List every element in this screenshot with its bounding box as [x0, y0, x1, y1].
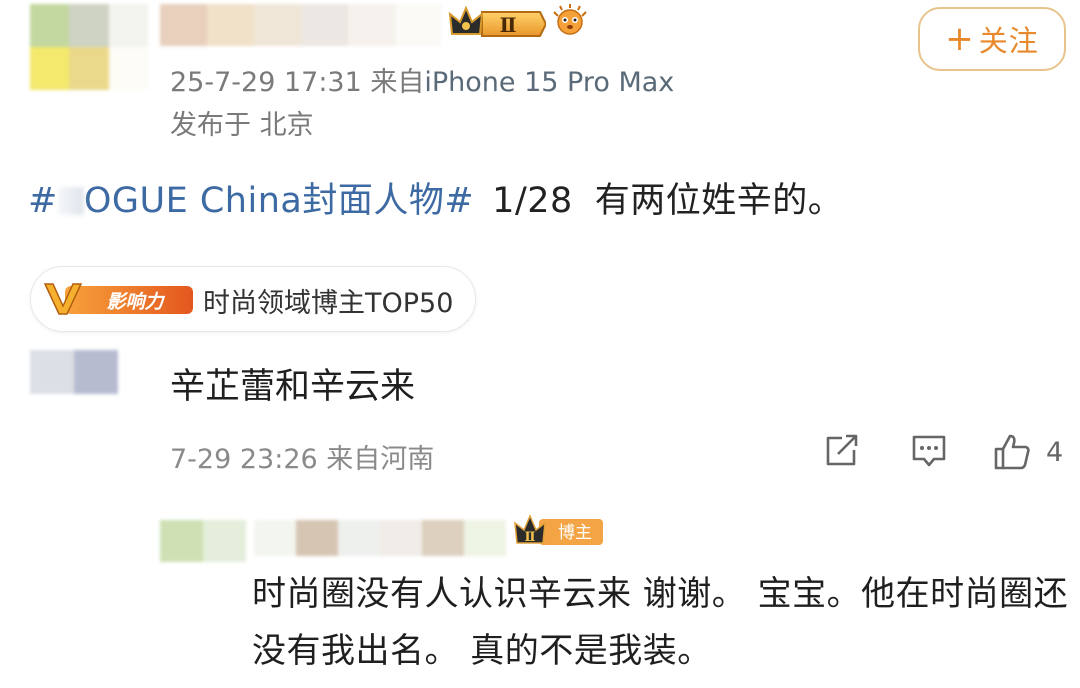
share-icon[interactable]	[824, 432, 860, 468]
level-text: Ⅱ	[500, 13, 517, 37]
reply-avatar[interactable]	[160, 520, 246, 562]
reply-text: 时尚圈没有人认识辛云来 谢谢。 宝宝。他在时尚圈还没有我出名。 真的不是我装。	[252, 574, 1069, 671]
pufferfish-icon	[553, 4, 587, 35]
post-location: 发布于 北京	[170, 110, 314, 141]
image-count: 1/28	[492, 181, 573, 221]
crown-icon: Ⅱ	[448, 5, 546, 37]
plus-icon: +	[945, 19, 975, 59]
reply-level-text: Ⅱ	[525, 530, 536, 545]
follow-button[interactable]: + 关注	[918, 7, 1066, 71]
avatar[interactable]	[30, 4, 148, 90]
weibo-post-page: Ⅱ + 关注 25-7-29 17:31 来自iPhone 15 Pro Max…	[0, 0, 1080, 688]
influence-badge[interactable]: 影响力 时尚领域博主TOP50	[30, 266, 476, 332]
influence-badge-text: 影响力	[106, 291, 165, 313]
post-time: 25-7-29 17:31	[170, 67, 362, 98]
comment-text: 辛芷蕾和辛云来	[170, 367, 416, 407]
like-count: 4	[1046, 437, 1064, 468]
comment-icon[interactable]	[910, 432, 948, 470]
reply-username[interactable]	[254, 520, 506, 556]
influence-label: 时尚领域博主TOP50	[203, 288, 454, 319]
source-prefix: 来自	[370, 67, 425, 98]
blogger-label: 博主	[558, 523, 592, 543]
post-meta: 25-7-29 17:31 来自iPhone 15 Pro Max	[170, 60, 674, 99]
username[interactable]	[160, 4, 442, 46]
device-name[interactable]: iPhone 15 Pro Max	[424, 67, 674, 98]
blogger-badge: Ⅱ 博主	[514, 514, 603, 545]
v-influence-icon: 影响力	[43, 283, 193, 315]
post-text: 有两位姓辛的。	[594, 181, 844, 221]
commenter-avatar[interactable]	[30, 350, 118, 394]
comment-meta: 7-29 23:26 来自河南	[170, 444, 435, 475]
like-icon[interactable]	[992, 432, 1032, 472]
post-content: # OGUE China封面人物# 1/28 有两位姓辛的。	[28, 172, 843, 223]
hashtag-link[interactable]: # OGUE China封面人物#	[28, 181, 474, 221]
follow-label: 关注	[978, 24, 1039, 58]
